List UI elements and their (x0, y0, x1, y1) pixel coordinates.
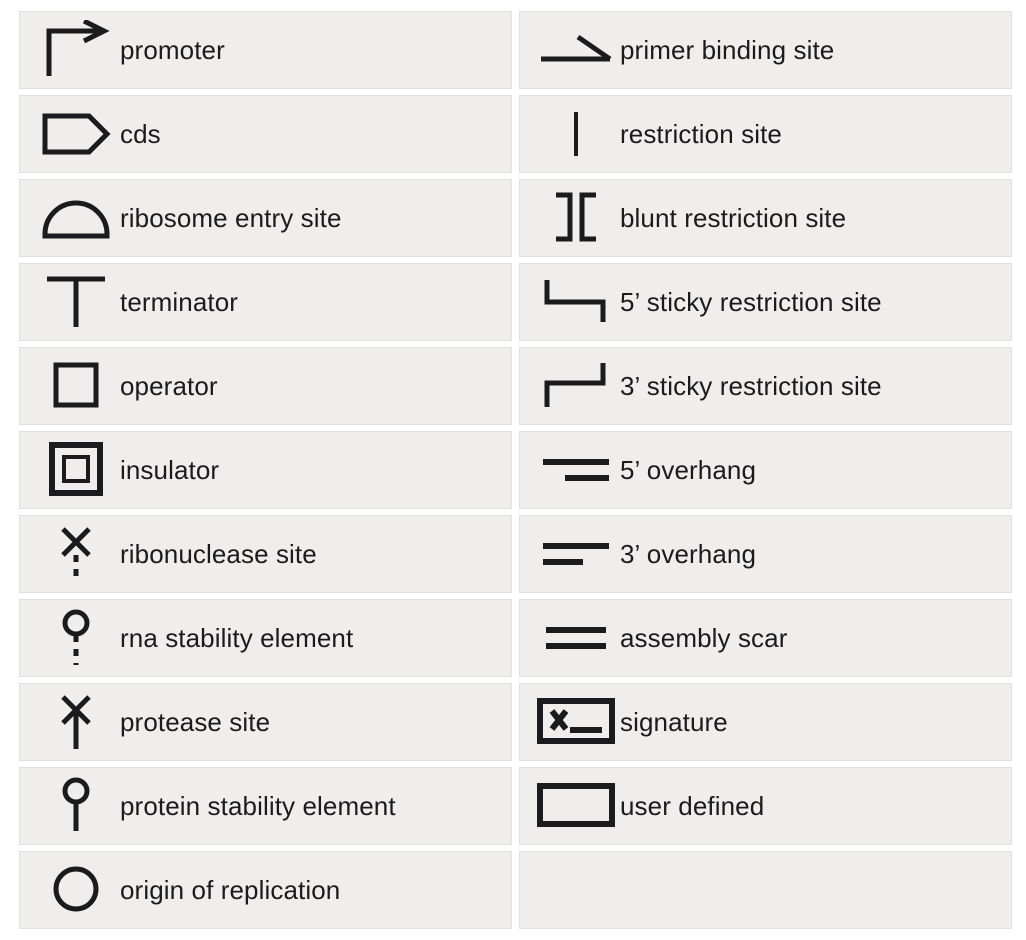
legend-item-label: primer binding site (620, 35, 835, 65)
ribosome-entry-site-icon (34, 179, 120, 257)
legend-item-label: 5’ sticky restriction site (620, 287, 882, 317)
legend-item-label: terminator (120, 287, 239, 317)
legend-item[interactable]: 3’ sticky restriction site (519, 347, 1012, 425)
legend-item-label: protein stability element (120, 791, 396, 821)
legend-item-label: 3’ overhang (620, 539, 757, 569)
legend-item-label: signature (620, 707, 728, 737)
five-prime-overhang-icon (534, 431, 620, 509)
protein-stability-element-icon (34, 767, 120, 845)
legend-item[interactable]: blunt restriction site (519, 179, 1012, 257)
legend-item-label: restriction site (620, 119, 782, 149)
legend-item-label: 3’ sticky restriction site (620, 371, 882, 401)
operator-icon (34, 347, 120, 425)
legend-item[interactable]: assembly scar (519, 599, 1012, 677)
glyph-legend-grid: promoter primer binding site cds restrictio… (0, 0, 1026, 940)
blunt-restriction-site-icon (534, 179, 620, 257)
five-prime-sticky-restriction-site-icon (534, 263, 620, 341)
legend-item[interactable]: 5’ overhang (519, 431, 1012, 509)
insulator-icon (34, 431, 120, 509)
restriction-site-icon (534, 95, 620, 173)
legend-item-label: protease site (120, 707, 271, 737)
legend-item[interactable]: insulator (19, 431, 512, 509)
legend-item[interactable]: signature (519, 683, 1012, 761)
cds-icon (34, 95, 120, 173)
legend-item-label: 5’ overhang (620, 455, 757, 485)
legend-item[interactable]: ribonuclease site (19, 515, 512, 593)
legend-item-label: operator (120, 371, 218, 401)
user-defined-icon (534, 767, 620, 845)
legend-item[interactable]: origin of replication (19, 851, 512, 929)
legend-item[interactable]: protein stability element (19, 767, 512, 845)
legend-item-label: promoter (120, 35, 225, 65)
legend-item-label: user defined (620, 791, 765, 821)
legend-item[interactable]: rna stability element (19, 599, 512, 677)
legend-item[interactable]: terminator (19, 263, 512, 341)
rna-stability-element-icon (34, 599, 120, 677)
promoter-icon (34, 11, 120, 89)
primer-binding-site-icon (534, 11, 620, 89)
legend-item-label: blunt restriction site (620, 203, 847, 233)
three-prime-sticky-restriction-site-icon (534, 347, 620, 425)
legend-item[interactable]: protease site (19, 683, 512, 761)
assembly-scar-icon (534, 599, 620, 677)
legend-item[interactable]: operator (19, 347, 512, 425)
signature-icon (534, 683, 620, 761)
legend-item-label: ribonuclease site (120, 539, 317, 569)
legend-item[interactable]: ribosome entry site (19, 179, 512, 257)
terminator-icon (34, 263, 120, 341)
legend-item-label: cds (120, 119, 161, 149)
legend-item-label: ribosome entry site (120, 203, 342, 233)
legend-item[interactable]: cds (19, 95, 512, 173)
protease-site-icon (34, 683, 120, 761)
legend-item[interactable]: primer binding site (519, 11, 1012, 89)
legend-item[interactable]: restriction site (519, 95, 1012, 173)
legend-item[interactable]: user defined (519, 767, 1012, 845)
three-prime-overhang-icon (534, 515, 620, 593)
legend-item[interactable]: promoter (19, 11, 512, 89)
legend-item-label: rna stability element (120, 623, 354, 653)
legend-item-empty (519, 851, 1012, 929)
ribonuclease-site-icon (34, 515, 120, 593)
origin-of-replication-icon (34, 851, 120, 929)
legend-item-label: origin of replication (120, 875, 341, 905)
legend-item[interactable]: 3’ overhang (519, 515, 1012, 593)
legend-item-label: assembly scar (620, 623, 788, 653)
legend-item-label: insulator (120, 455, 220, 485)
legend-item[interactable]: 5’ sticky restriction site (519, 263, 1012, 341)
